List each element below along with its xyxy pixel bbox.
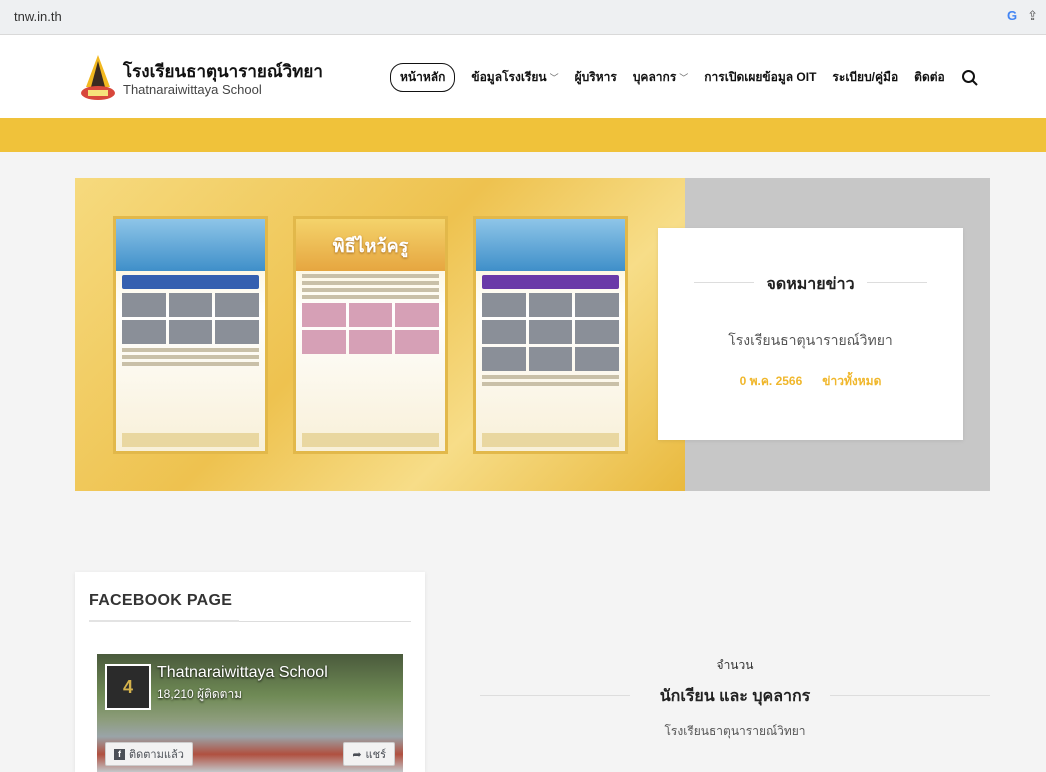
newsletter-poster-1[interactable] <box>113 216 268 454</box>
school-logo-icon[interactable] <box>78 53 118 103</box>
browser-address-bar[interactable]: tnw.in.th G ⇪ <box>0 0 1046 35</box>
poster-title: พิธีไหว้ครู <box>332 235 409 256</box>
facebook-share-label: แชร์ <box>365 749 386 761</box>
stats-label: จำนวน <box>716 658 754 672</box>
stats-title: นักเรียน และ บุคลากร <box>659 688 811 705</box>
nav-contact-label: ติดต่อ <box>914 70 945 84</box>
nav-personnel-label: บุคลากร <box>632 70 677 84</box>
newsletter-poster-3[interactable] <box>473 216 628 454</box>
facebook-follower-count: 18,210 ผู้ติดตาม <box>157 687 243 701</box>
facebook-share-button[interactable]: ➦ แชร์ <box>343 742 395 766</box>
facebook-follow-label: ติดตามแล้ว <box>129 749 184 761</box>
school-name-thai[interactable]: โรงเรียนธาตุนารายณ์วิทยา <box>123 58 323 85</box>
url-text[interactable]: tnw.in.th <box>14 9 62 24</box>
nav-oit[interactable]: การเปิดเผยข้อมูล OIT <box>704 68 816 87</box>
share-page-icon[interactable]: ⇪ <box>1027 8 1038 24</box>
newsletter-meta: 0 พ.ค. 2566 ข่าวทั้งหมด <box>658 372 963 391</box>
divider <box>867 282 927 283</box>
nav-regulations-label: ระเบียบ/คู่มือ <box>832 70 899 84</box>
school-name-english[interactable]: Thatnaraiwittaya School <box>123 82 262 97</box>
nav-oit-label: การเปิดเผยข้อมูล OIT <box>704 70 817 84</box>
newsletter-date[interactable]: 0 พ.ค. 2566 <box>740 372 803 391</box>
all-news-link[interactable]: ข่าวทั้งหมด <box>822 372 881 391</box>
main-nav: หน้าหลัก ข้อมูลโรงเรียน ﹀ ผู้บริหาร บุคล… <box>390 63 979 92</box>
stats-school-name: โรงเรียนธาตุนารายณ์วิทยา <box>664 724 806 738</box>
accent-band <box>0 118 1046 152</box>
nav-administrators[interactable]: ผู้บริหาร <box>575 68 617 87</box>
site-header: โรงเรียนธาตุนารายณ์วิทยา Thatnaraiwittay… <box>0 35 1046 118</box>
divider <box>830 695 990 696</box>
nav-administrators-label: ผู้บริหาร <box>574 70 617 84</box>
nav-home[interactable]: หน้าหลัก <box>390 63 456 92</box>
nav-school-info-label: ข้อมูลโรงเรียน <box>471 70 547 84</box>
address-bar-icons: G ⇪ <box>1007 8 1038 24</box>
nav-school-info[interactable]: ข้อมูลโรงเรียน ﹀ <box>471 68 558 87</box>
nav-home-label: หน้าหลัก <box>400 70 446 84</box>
facebook-follow-button[interactable]: f ติดตามแล้ว <box>105 742 193 766</box>
chevron-down-icon: ﹀ <box>549 73 559 83</box>
search-icon[interactable] <box>961 69 979 87</box>
chevron-down-icon: ﹀ <box>679 73 689 83</box>
facebook-card: FACEBOOK PAGE 4 Thatnaraiwittaya School … <box>75 572 425 772</box>
nav-contact[interactable]: ติดต่อ <box>914 68 945 87</box>
divider-accent <box>89 620 239 622</box>
newsletter-school-name: โรงเรียนธาตุนารายณ์วิทยา <box>728 332 893 348</box>
newsletter-title: จดหมายข่าว <box>766 276 855 293</box>
facebook-page-embed[interactable]: 4 Thatnaraiwittaya School 18,210 ผู้ติดต… <box>97 654 403 772</box>
newsletter-poster-2[interactable]: พิธีไหว้ครู <box>293 216 448 454</box>
newsletter-card: จดหมายข่าว โรงเรียนธาตุนารายณ์วิทยา 0 พ.… <box>658 228 963 440</box>
nav-personnel[interactable]: บุคลากร ﹀ <box>633 68 688 87</box>
google-icon[interactable]: G <box>1007 8 1017 24</box>
nav-regulations[interactable]: ระเบียบ/คู่มือ <box>832 68 898 87</box>
newsletter-banner[interactable]: พิธีไหว้ครู <box>75 178 685 491</box>
facebook-page-avatar[interactable]: 4 <box>105 664 151 710</box>
facebook-heading: FACEBOOK PAGE <box>89 592 233 609</box>
facebook-page-name[interactable]: Thatnaraiwittaya School <box>157 664 328 682</box>
share-arrow-icon: ➦ <box>352 748 362 761</box>
facebook-icon: f <box>114 748 125 760</box>
